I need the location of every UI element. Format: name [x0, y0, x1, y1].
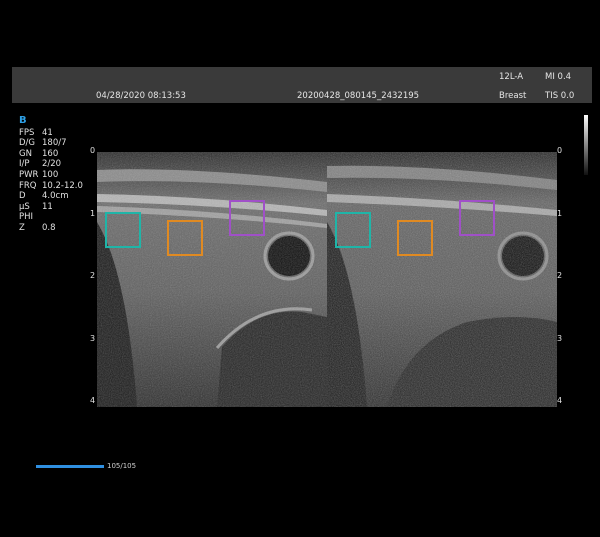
param-key: Z [19, 222, 25, 233]
param-key: D/G [19, 138, 35, 149]
roi-box-orange-right[interactable] [397, 220, 433, 256]
mechanical-index: MI 0.4 [545, 72, 572, 82]
depth-label: 2 [557, 271, 563, 280]
exam-id: 20200428_080145_2432195 [297, 91, 420, 101]
depth-label: 1 [90, 208, 96, 218]
ultrasound-image-left[interactable] [97, 152, 327, 407]
imaging-mode: B [19, 115, 27, 126]
exam-preset: Breast [499, 91, 527, 101]
info-header: 04/28/2020 08:13:53 20200428_080145_2432… [12, 67, 592, 103]
param-row: D 4.0cm [19, 191, 83, 202]
param-key: PHI [19, 212, 34, 223]
roi-box-purple-right[interactable] [459, 200, 495, 236]
depth-label: 3 [90, 333, 96, 343]
depth-label: 1 [557, 208, 563, 218]
param-key: GN [19, 148, 32, 159]
exam-date: 04/28/2020 08:13:53 [96, 91, 186, 101]
roi-box-teal-left[interactable] [105, 212, 141, 248]
depth-label: 0 [557, 146, 563, 155]
param-row: µS 11 [19, 202, 83, 213]
param-row: Z 0.8 [19, 223, 83, 234]
param-key: I/P [19, 159, 30, 170]
roi-box-purple-left[interactable] [229, 200, 265, 236]
param-value: 100 [42, 169, 59, 180]
roi-box-teal-right[interactable] [335, 212, 371, 248]
imaging-parameters: B FPS 41 D/G 180/7 GN 160 I/P 2/20 PWR 100 FRQ 10.2… [19, 115, 83, 234]
param-key: FRQ [19, 180, 37, 191]
param-row: PWR 100 [19, 170, 83, 181]
cine-progress-fill [36, 465, 104, 468]
roi-box-orange-left[interactable] [167, 220, 203, 256]
param-row: GN 160 [19, 149, 83, 160]
param-key: PWR [19, 169, 39, 180]
param-row: I/P 2/20 [19, 159, 83, 170]
param-key: FPS [19, 127, 35, 138]
param-row: D/G 180/7 [19, 138, 83, 149]
param-value: 2/20 [42, 159, 62, 170]
param-row: FPS 41 [19, 128, 83, 139]
param-key: µS [19, 201, 30, 212]
param-row: PHI [19, 212, 83, 223]
grayscale-bar [584, 115, 588, 175]
depth-label: 4 [90, 396, 96, 405]
param-value: 41 [42, 127, 53, 138]
param-key: D [19, 191, 26, 202]
depth-label: 2 [90, 271, 96, 280]
param-value: 10.2-12.0 [42, 180, 83, 191]
depth-label: 0 [90, 146, 96, 155]
depth-label: 3 [557, 333, 563, 343]
param-value: 0.8 [42, 222, 56, 233]
thermal-index: TIS 0.0 [545, 91, 575, 101]
cine-frame-counter: 105/105 [107, 462, 137, 470]
param-value: 11 [42, 201, 53, 212]
depth-label: 4 [557, 396, 563, 405]
ultrasound-image-right[interactable] [327, 152, 557, 407]
param-row: FRQ 10.2-12.0 [19, 181, 83, 192]
param-value: 160 [42, 148, 59, 159]
probe-name: 12L-A [499, 72, 524, 82]
param-value: 180/7 [42, 138, 67, 149]
param-value: 4.0cm [42, 191, 69, 202]
